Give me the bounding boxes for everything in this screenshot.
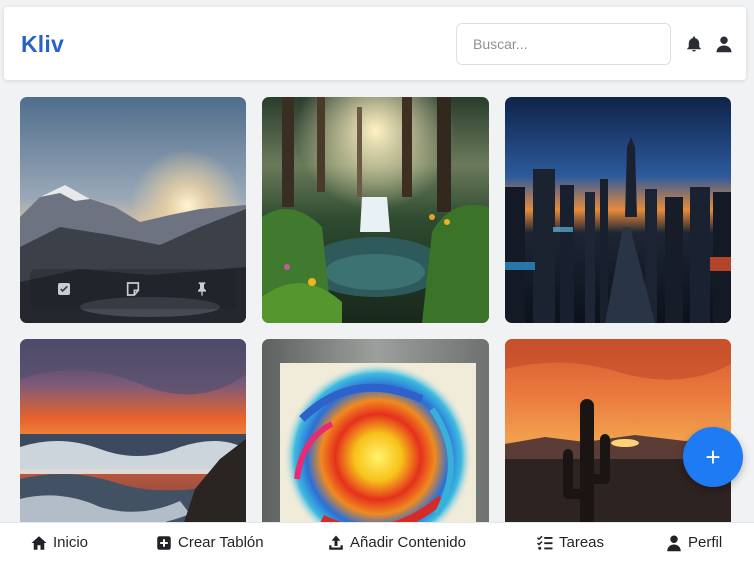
tasks-icon: [536, 535, 553, 550]
user-icon: [667, 535, 681, 551]
nav-item-crear-tablon[interactable]: Crear Tablón: [155, 523, 264, 561]
nav-label-crear-tablon: Crear Tablón: [178, 534, 264, 551]
card-action-bar: [30, 269, 236, 309]
nav-label-tareas: Tareas: [559, 534, 605, 551]
card-city-skyline[interactable]: [505, 97, 731, 323]
bottom-navigation: Inicio Crear Tablón Añadir Contenido Tar…: [0, 522, 754, 561]
nav-label-perfil: Perfil: [688, 534, 723, 551]
plus-square-icon: [157, 535, 171, 550]
user-icon[interactable]: [715, 35, 733, 53]
city-skyline-image: [505, 97, 731, 323]
add-fab-button[interactable]: +: [683, 427, 743, 487]
card-mountain-sunset[interactable]: [20, 97, 246, 323]
bell-icon[interactable]: [685, 35, 703, 53]
nav-item-perfil[interactable]: Perfil: [665, 523, 722, 561]
checkbox-icon[interactable]: [56, 281, 72, 297]
nav-label-inicio: Inicio: [53, 534, 89, 551]
nav-item-tareas[interactable]: Tareas: [536, 523, 604, 561]
search-input[interactable]: [456, 23, 671, 65]
home-icon: [31, 535, 47, 550]
nav-item-inicio[interactable]: Inicio: [30, 523, 88, 561]
note-icon[interactable]: [125, 281, 141, 297]
pin-icon[interactable]: [194, 281, 210, 297]
top-header: Kliv: [4, 7, 746, 80]
forest-waterfall-image: [262, 97, 489, 323]
upload-icon: [329, 535, 343, 550]
content-grid: [20, 97, 732, 561]
card-forest-waterfall[interactable]: [262, 97, 489, 323]
nav-label-anadir-contenido: Añadir Contenido: [350, 534, 466, 551]
app-logo[interactable]: Kliv: [21, 31, 64, 58]
nav-item-anadir-contenido[interactable]: Añadir Contenido: [327, 523, 466, 561]
